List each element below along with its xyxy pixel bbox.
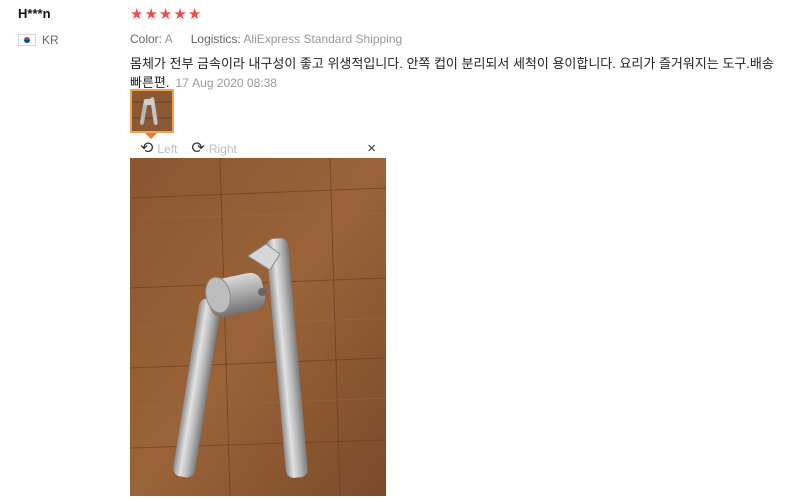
color-label: Color:	[130, 32, 163, 46]
rotate-left-label: Left	[157, 142, 178, 156]
review-text: 몸체가 전부 금속이라 내구성이 좋고 위생적입니다. 안쪽 컵이 분리되서 세…	[130, 54, 780, 93]
color-value: A	[164, 32, 173, 46]
reviewer-name: H***n	[18, 6, 51, 21]
star-icon: ★	[187, 6, 202, 23]
rotate-right-icon: ⟳	[191, 140, 205, 157]
review-meta: Color: A Logistics: AliExpress Standard …	[130, 32, 780, 46]
rotate-right-button[interactable]: ⟳ Right	[191, 141, 236, 157]
rotate-right-label: Right	[208, 142, 237, 156]
logistics-value: AliExpress Standard Shipping	[243, 32, 403, 46]
review-photo-thumbnail[interactable]	[130, 89, 174, 133]
star-icon: ★	[158, 6, 173, 23]
review-body: ★ ★ ★ ★ ★ Color: A Logistics: AliExpress…	[130, 6, 780, 93]
star-rating: ★ ★ ★ ★ ★	[130, 6, 780, 24]
korea-flag-icon	[18, 34, 36, 46]
review-date: 17 Aug 2020 08:38	[175, 76, 277, 90]
star-icon: ★	[144, 6, 158, 23]
photo-viewer: ⟲ Left ⟳ Right ×	[130, 140, 386, 496]
viewer-toolbar: ⟲ Left ⟳ Right ×	[130, 140, 386, 158]
thumbnail-selected-caret	[145, 133, 157, 139]
rotate-left-icon: ⟲	[140, 140, 154, 157]
thumbnail-image	[132, 91, 172, 131]
close-icon[interactable]: ×	[367, 140, 376, 157]
logistics-label: Logistics:	[190, 32, 241, 46]
reviewer-country: KR	[18, 33, 59, 47]
star-icon: ★	[173, 6, 187, 23]
reviewer-info: H***n KR	[18, 6, 59, 47]
star-icon: ★	[130, 6, 144, 23]
rotate-left-button[interactable]: ⟲ Left	[140, 141, 177, 157]
country-code: KR	[42, 33, 59, 47]
review-photo	[130, 158, 386, 496]
